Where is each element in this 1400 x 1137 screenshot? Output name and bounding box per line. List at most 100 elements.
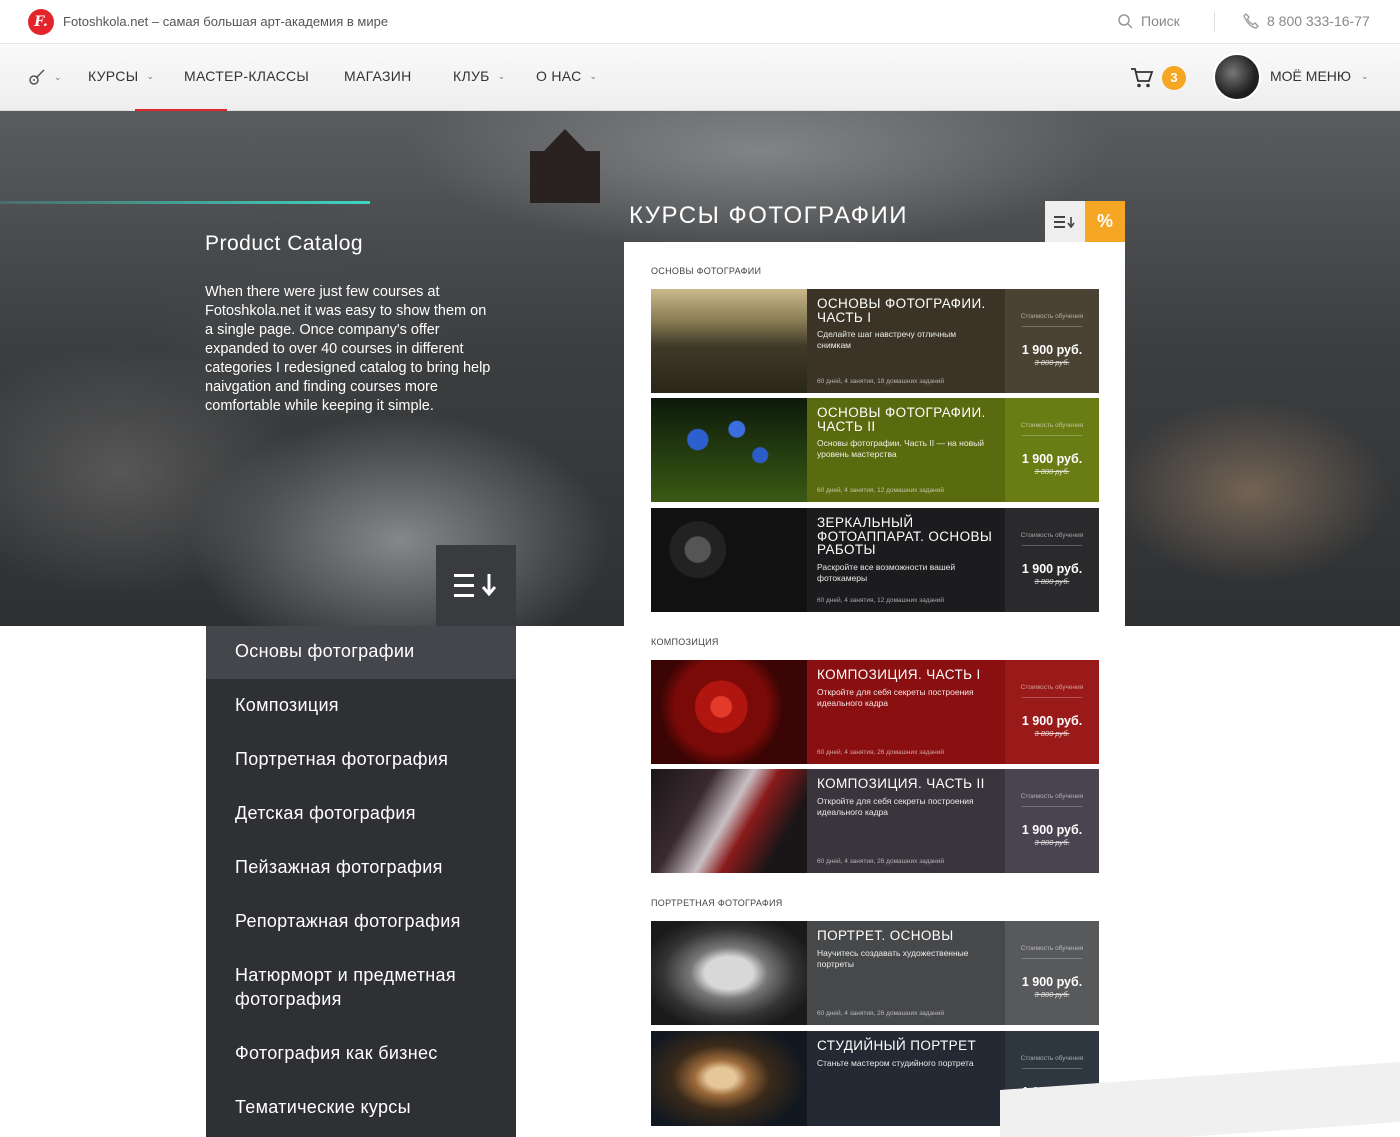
- category-item[interactable]: Детская фотография: [206, 787, 516, 841]
- category-item[interactable]: Портретная фотография: [206, 733, 516, 787]
- site-name[interactable]: Fotoshkola.net: [63, 14, 148, 29]
- old-price: 3 800 руб.: [1034, 838, 1070, 847]
- course-image[interactable]: [651, 508, 807, 612]
- course-image[interactable]: [651, 289, 807, 393]
- nav-item-label: МАСТЕР-КЛАССЫ: [184, 68, 310, 84]
- phone-icon: [1243, 13, 1259, 29]
- nav-item-label: КЛУБ: [453, 68, 490, 84]
- course-description: Раскройте все возможности вашей фотокаме…: [817, 561, 956, 583]
- avatar[interactable]: [1213, 53, 1261, 101]
- course-title[interactable]: КОМПОЗИЦИЯ. ЧАСТЬ I: [817, 668, 995, 682]
- divider: [1022, 1068, 1082, 1069]
- nav-item-master-classes[interactable]: МАСТЕР-КЛАССЫ: [184, 68, 309, 84]
- category-item[interactable]: Тематические курсы: [206, 1081, 516, 1135]
- price-label: Стоимость обучения: [1020, 684, 1084, 691]
- course-description: Откройте для себя секреты построения иде…: [817, 686, 974, 708]
- price-value: 1 900 руб.: [1021, 452, 1083, 466]
- nav-item-shop[interactable]: МАГАЗИН: [344, 68, 412, 84]
- course-image[interactable]: [651, 398, 807, 502]
- course-info: ОСНОВЫ ФОТОГРАФИИ. ЧАСТЬ II Основы фотог…: [807, 398, 1005, 502]
- cart-button[interactable]: 3: [1130, 66, 1186, 90]
- phone-link[interactable]: 8 800 333-16-77: [1243, 13, 1370, 29]
- section-label: ОСНОВЫ ФОТОГРАФИИ: [651, 266, 762, 276]
- course-description: Откройте для себя секреты построения иде…: [817, 795, 974, 817]
- guitar-icon: [29, 69, 45, 85]
- course-meta: 60 дней, 4 занятия, 12 домашних заданий: [817, 487, 945, 494]
- old-price: 3 800 руб.: [1034, 358, 1070, 367]
- nav-item-club[interactable]: КЛУБ ⌄: [453, 68, 505, 84]
- search-link[interactable]: Поиск: [1118, 13, 1180, 29]
- divider: [1022, 545, 1082, 546]
- category-item[interactable]: Основы фотографии: [206, 626, 516, 679]
- my-menu-button[interactable]: МОЁ МЕНЮ ⌄: [1270, 68, 1369, 84]
- site-tagline: Fotoshkola.net – самая большая арт-акаде…: [63, 14, 388, 29]
- category-menu-toggle[interactable]: [436, 545, 516, 626]
- course-meta: 60 дней, 4 занятия, 12 домашних заданий: [817, 597, 945, 604]
- course-info: ПОРТРЕТ. ОСНОВЫ Научитесь создавать худо…: [807, 921, 1005, 1025]
- course-info: КОМПОЗИЦИЯ. ЧАСТЬ II Откройте для себя с…: [807, 769, 1005, 873]
- course-title[interactable]: ЗЕРКАЛЬНЫЙ ФОТОАППАРАТ. ОСНОВЫ РАБОТЫ: [817, 516, 995, 557]
- course-card[interactable]: КОМПОЗИЦИЯ. ЧАСТЬ I Откройте для себя се…: [651, 660, 1099, 764]
- course-info: ОСНОВЫ ФОТОГРАФИИ. ЧАСТЬ I Сделайте шаг …: [807, 289, 1005, 393]
- discount-filter-button[interactable]: %: [1085, 201, 1125, 242]
- search-icon: [1118, 13, 1133, 29]
- course-title[interactable]: ОСНОВЫ ФОТОГРАФИИ. ЧАСТЬ II: [817, 406, 995, 433]
- guitar-menu-button[interactable]: ⌄: [28, 68, 62, 86]
- nav-item-label: О НАС: [536, 68, 582, 84]
- cart-icon: [1131, 68, 1154, 88]
- category-item[interactable]: Композиция: [206, 679, 516, 733]
- page: F. Fotoshkola.net – самая большая арт-ак…: [0, 0, 1400, 1137]
- price-label: Стоимость обучения: [1020, 532, 1084, 539]
- price-label: Стоимость обучения: [1020, 313, 1084, 320]
- course-price-block: Стоимость обучения 1 900 руб. 3 800 руб.: [1005, 769, 1099, 873]
- search-label: Поиск: [1141, 13, 1180, 29]
- course-title[interactable]: ОСНОВЫ ФОТОГРАФИИ. ЧАСТЬ I: [817, 297, 995, 324]
- course-meta: 60 дней, 4 занятия, 26 домашних заданий: [817, 1010, 945, 1017]
- divider: [1022, 326, 1082, 327]
- logo-icon[interactable]: F.: [28, 9, 54, 35]
- divider: [1022, 958, 1082, 959]
- course-price-block: Стоимость обучения 1 900 руб. 3 800 руб.: [1005, 660, 1099, 764]
- course-title[interactable]: СТУДИЙНЫЙ ПОРТРЕТ: [817, 1039, 995, 1053]
- category-item[interactable]: Фотография как бизнес: [206, 1027, 516, 1081]
- price-value: 1 900 руб.: [1021, 714, 1083, 728]
- category-item[interactable]: Натюрморт и предметная фотография: [206, 949, 496, 1027]
- course-title[interactable]: КОМПОЗИЦИЯ. ЧАСТЬ II: [817, 777, 995, 791]
- price-value: 1 900 руб.: [1021, 562, 1083, 576]
- course-card[interactable]: КОМПОЗИЦИЯ. ЧАСТЬ II Откройте для себя с…: [651, 769, 1099, 873]
- course-meta: 60 дней, 4 занятия, 26 домашних заданий: [817, 858, 945, 865]
- course-info: СТУДИЙНЫЙ ПОРТРЕТ Станьте мастером студи…: [807, 1031, 1005, 1126]
- course-price-block: Стоимость обучения 1 900 руб. 3 800 руб.: [1005, 398, 1099, 502]
- accent-line: [0, 201, 370, 204]
- hero-description: When there were just few courses at Foto…: [205, 284, 491, 414]
- divider: [1022, 435, 1082, 436]
- course-description: Научитесь создавать художественные портр…: [817, 947, 969, 969]
- old-price: 3 800 руб.: [1034, 577, 1070, 586]
- sort-button[interactable]: [1045, 201, 1085, 242]
- course-image[interactable]: [651, 660, 807, 764]
- chevron-down-icon: ⌄: [589, 70, 598, 81]
- course-card[interactable]: ОСНОВЫ ФОТОГРАФИИ. ЧАСТЬ I Сделайте шаг …: [651, 289, 1099, 393]
- nav-item-courses[interactable]: КУРСЫ ⌄: [88, 68, 154, 84]
- course-image[interactable]: [651, 1031, 807, 1126]
- section-label: КОМПОЗИЦИЯ: [651, 637, 719, 647]
- category-item[interactable]: Пейзажная фотография: [206, 841, 516, 895]
- price-value: 1 900 руб.: [1021, 823, 1083, 837]
- course-description: Станьте мастером студийного портрета: [817, 1057, 974, 1068]
- category-item[interactable]: Репортажная фотография: [206, 895, 516, 949]
- price-value: 1 900 руб.: [1021, 975, 1083, 989]
- nav-item-about[interactable]: О НАС ⌄: [536, 68, 597, 84]
- main-nav: ⌄ КУРСЫ ⌄ МАСТЕР-КЛАССЫ МАГАЗИН КЛУБ ⌄ О…: [0, 44, 1400, 111]
- course-image[interactable]: [651, 769, 807, 873]
- chevron-down-icon: ⌄: [54, 71, 62, 82]
- course-card[interactable]: ЗЕРКАЛЬНЫЙ ФОТОАППАРАТ. ОСНОВЫ РАБОТЫ Ра…: [651, 508, 1099, 612]
- old-price: 3 800 руб.: [1034, 990, 1070, 999]
- course-title[interactable]: ПОРТРЕТ. ОСНОВЫ: [817, 929, 995, 943]
- sort-list-icon: [454, 573, 497, 597]
- course-card[interactable]: ПОРТРЕТ. ОСНОВЫ Научитесь создавать худо…: [651, 921, 1099, 1025]
- price-value: 1 900 руб.: [1021, 343, 1083, 357]
- course-image[interactable]: [651, 921, 807, 1025]
- course-card[interactable]: ОСНОВЫ ФОТОГРАФИИ. ЧАСТЬ II Основы фотог…: [651, 398, 1099, 502]
- chevron-down-icon: ⌄: [497, 70, 506, 81]
- old-price: 3 800 руб.: [1034, 467, 1070, 476]
